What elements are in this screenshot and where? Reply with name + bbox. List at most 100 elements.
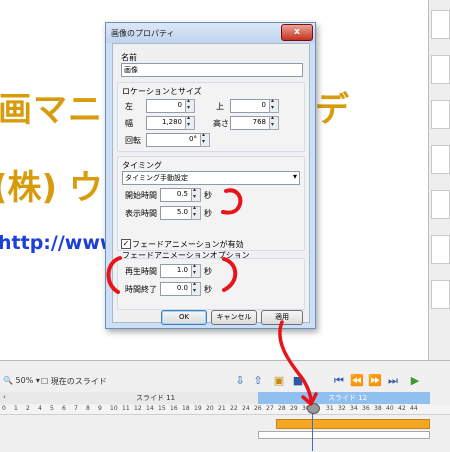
tick: 44: [410, 405, 418, 412]
play-time-input[interactable]: 1.0: [160, 264, 192, 278]
name-field[interactable]: 画像: [121, 63, 303, 77]
sec-unit: 秒: [204, 191, 212, 200]
tick: 28: [278, 405, 286, 412]
tick: 14: [146, 405, 154, 412]
forward-icon[interactable]: ⏩: [368, 374, 382, 388]
end-time-value: 0.0: [176, 284, 188, 292]
height-spinner[interactable]: [269, 114, 279, 130]
tick: 7: [74, 405, 78, 412]
tick: 24: [242, 405, 250, 412]
thumbnail[interactable]: [431, 190, 450, 219]
current-slide-label: 現在のスライド: [50, 377, 107, 386]
chevron-down-icon: ▾: [292, 172, 297, 181]
display-time-label: 表示時間: [125, 209, 157, 218]
tick: 16: [170, 405, 178, 412]
dialog-titlebar[interactable]: 画像のプロパティ x: [106, 23, 315, 43]
tick: 36: [362, 405, 370, 412]
playhead-handle[interactable]: [307, 403, 320, 414]
dialog-title: 画像のプロパティ: [111, 29, 175, 38]
display-time-spinner[interactable]: [191, 204, 201, 220]
rewind-icon[interactable]: ⏪: [350, 374, 364, 388]
location-size-label: ロケーションとサイズ: [122, 87, 202, 96]
tick: 42: [398, 405, 406, 412]
image-track-bar[interactable]: [276, 419, 430, 429]
timing-mode-select[interactable]: タイミング手動設定 ▾: [122, 171, 300, 185]
timeline-slide-12[interactable]: スライド 12: [258, 392, 430, 404]
tick: 20: [206, 405, 214, 412]
left-spinner[interactable]: [185, 97, 195, 113]
nav-prev[interactable]: ‹: [3, 393, 6, 401]
tick: 22: [230, 405, 238, 412]
left-input[interactable]: 0: [146, 99, 186, 113]
thumbnail[interactable]: [431, 10, 450, 39]
top-spinner[interactable]: [269, 97, 279, 113]
tick: 26: [254, 405, 262, 412]
top-input[interactable]: 0: [230, 99, 270, 113]
zoom-value: 50%: [15, 376, 34, 385]
end-time-input[interactable]: 0.0: [160, 282, 192, 296]
height-value: 768: [252, 118, 266, 126]
slide-text-url: http://www: [0, 232, 118, 254]
width-spinner[interactable]: [185, 114, 195, 130]
start-time-input[interactable]: 0.5: [160, 188, 192, 202]
start-time-value: 0.5: [176, 190, 188, 198]
right-thumbnail-panel: [428, 0, 450, 360]
left-label: 左: [125, 102, 133, 111]
last-icon[interactable]: ⏭: [386, 374, 400, 388]
current-slide-toggle[interactable]: ☐ 現在のスライド: [41, 376, 107, 387]
tick: 10: [110, 405, 118, 412]
tick: 4: [38, 405, 42, 412]
sec-unit: 秒: [204, 285, 212, 294]
start-time-label: 開始時間: [125, 191, 157, 200]
export-icon[interactable]: ▶: [408, 374, 422, 388]
height-label: 高さ: [213, 119, 229, 128]
slide-12-title: スライド 12: [328, 394, 368, 402]
thumbnail[interactable]: [431, 235, 450, 264]
thumbnail[interactable]: [431, 100, 450, 129]
timing-mode-value: タイミング手動設定: [125, 174, 188, 182]
empty-track-bar[interactable]: [258, 431, 430, 439]
thumbnail[interactable]: [431, 55, 450, 84]
play-time-spinner[interactable]: [191, 262, 201, 278]
rotate-spinner[interactable]: [200, 131, 210, 147]
display-time-input[interactable]: 5.0: [160, 206, 192, 220]
thumbnail[interactable]: [431, 280, 450, 309]
start-time-spinner[interactable]: [191, 186, 201, 202]
slide-text-line1-tail: デ: [315, 90, 349, 130]
height-input[interactable]: 768: [230, 116, 270, 130]
stop-icon[interactable]: ■: [291, 374, 305, 388]
apply-button[interactable]: 適用: [261, 310, 303, 325]
tick: 1: [14, 405, 18, 412]
tick: 31: [326, 405, 334, 412]
move-up-icon[interactable]: ⇧: [251, 374, 265, 388]
tick: 9: [98, 405, 102, 412]
end-time-label: 時間終了: [125, 285, 157, 294]
fade-enable-label: フェードアニメーションが有効: [132, 240, 244, 249]
dialog-body: 名前 画像 ロケーションとサイズ 左 0 上 0 幅 1,280 高さ 768 …: [112, 43, 310, 325]
tick: 19: [194, 405, 202, 412]
ok-button[interactable]: OK: [161, 310, 207, 325]
slide-text-line1: 画マニ: [0, 90, 103, 130]
timing-label: タイミング: [122, 161, 162, 170]
move-down-icon[interactable]: ⇩: [233, 374, 247, 388]
image-properties-dialog: 画像のプロパティ x 名前 画像 ロケーションとサイズ 左 0 上 0 幅 1,…: [105, 22, 316, 329]
thumbnail[interactable]: [431, 145, 450, 174]
fade-enable-checkbox[interactable]: ✓: [121, 239, 131, 249]
width-input[interactable]: 1,280: [146, 116, 186, 130]
left-value: 0: [177, 101, 182, 109]
tick: 11: [122, 405, 130, 412]
name-label: 名前: [121, 53, 137, 62]
sec-unit: 秒: [204, 209, 212, 218]
zoom-select[interactable]: 🔍 50% ▾: [3, 376, 40, 385]
cancel-button[interactable]: キャンセル: [211, 310, 257, 325]
width-value: 1,280: [161, 118, 182, 126]
end-time-spinner[interactable]: [191, 280, 201, 296]
tick: 8: [86, 405, 90, 412]
sec-unit: 秒: [204, 267, 212, 276]
close-button[interactable]: x: [281, 24, 313, 41]
timeline-slide-11[interactable]: ‹ スライド 11: [0, 392, 259, 404]
rotate-input[interactable]: 0°: [146, 133, 201, 147]
image-icon[interactable]: ▣: [272, 374, 286, 388]
first-icon[interactable]: ⏮: [332, 374, 346, 388]
top-value: 0: [261, 101, 266, 109]
